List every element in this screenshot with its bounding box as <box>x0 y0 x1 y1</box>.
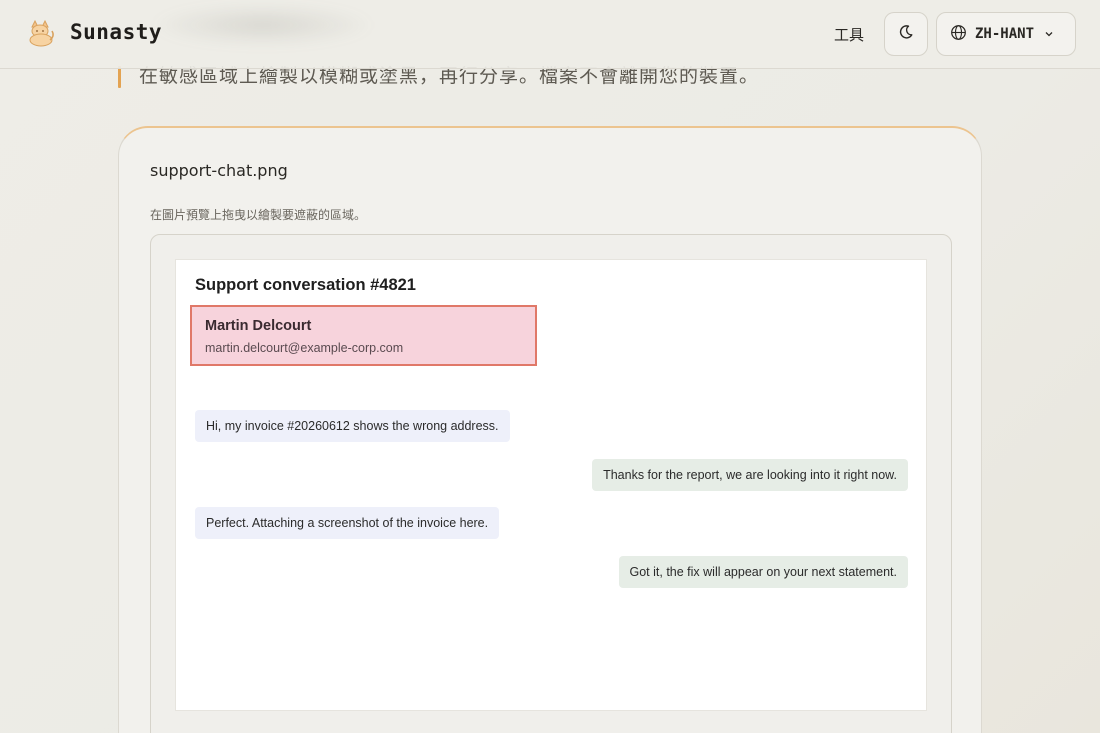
language-label: ZH-HANT <box>975 26 1035 42</box>
conversation-title: Support conversation #4821 <box>195 276 416 294</box>
globe-icon <box>950 24 967 45</box>
customer-email: martin.delcourt@example-corp.com <box>205 341 404 355</box>
chat-message-outgoing: Thanks for the report, we are looking in… <box>592 459 908 491</box>
blurred-backdrop <box>150 4 375 46</box>
draw-hint: 在圖片預覽上拖曳以繪製要遮蔽的區域。 <box>150 208 367 222</box>
cat-logo-icon[interactable] <box>26 18 56 48</box>
description-accent-bar <box>118 66 121 88</box>
moon-icon <box>898 24 914 44</box>
chat-message-incoming: Hi, my invoice #20260612 shows the wrong… <box>195 410 510 442</box>
nav-tools-link[interactable]: 工具 <box>834 24 864 45</box>
chat-message-incoming: Perfect. Attaching a screenshot of the i… <box>195 507 500 539</box>
redaction-region[interactable]: Martin Delcourt martin.delcourt@example-… <box>190 305 537 366</box>
redaction-editor-card: support-chat.png 在圖片預覽上拖曳以繪製要遮蔽的區域。 Supp… <box>118 126 982 733</box>
file-name: support-chat.png <box>150 161 288 180</box>
image-preview-canvas[interactable]: Support conversation #4821 Martin Delcou… <box>175 259 927 711</box>
top-header: Sunasty 工具 ZH-HANT <box>0 0 1100 69</box>
image-preview-frame[interactable]: Support conversation #4821 Martin Delcou… <box>150 234 952 733</box>
chevron-down-icon <box>1044 29 1054 39</box>
language-select[interactable]: ZH-HANT <box>936 12 1076 56</box>
customer-name: Martin Delcourt <box>205 318 312 334</box>
theme-toggle-button[interactable] <box>884 12 928 56</box>
brand-name[interactable]: Sunasty <box>70 20 162 44</box>
chat-message-outgoing: Got it, the fix will appear on your next… <box>618 556 908 588</box>
